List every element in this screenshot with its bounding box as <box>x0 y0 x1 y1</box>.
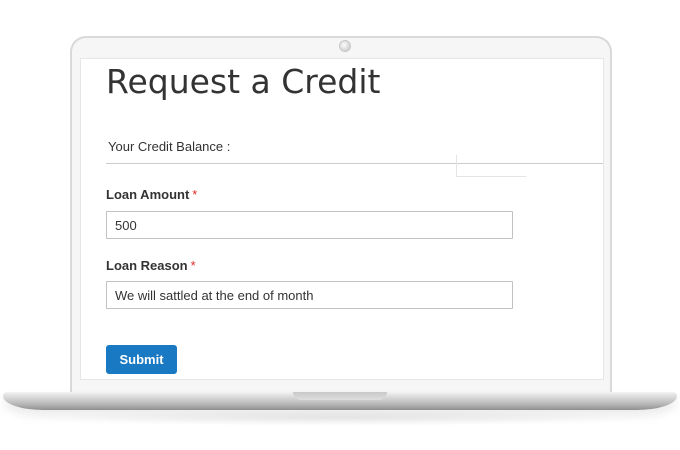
divider-decoration <box>456 155 526 177</box>
submit-button[interactable]: Submit <box>106 345 177 374</box>
loan-reason-input[interactable] <box>106 281 513 309</box>
loan-amount-label-text: Loan Amount <box>106 187 190 202</box>
loan-reason-label: Loan Reason * <box>106 258 196 273</box>
credit-balance-label: Your Credit Balance : <box>108 139 231 154</box>
page-title: Request a Credit <box>106 62 381 101</box>
section-divider <box>106 163 603 164</box>
laptop-shadow <box>30 410 650 426</box>
laptop-mockup: Request a Credit Your Credit Balance : L… <box>0 0 680 450</box>
laptop-screen: Request a Credit Your Credit Balance : L… <box>80 58 604 380</box>
loan-reason-label-text: Loan Reason <box>106 258 188 273</box>
required-asterisk: * <box>192 187 198 202</box>
loan-amount-label: Loan Amount * <box>106 187 197 202</box>
loan-amount-input[interactable] <box>106 211 513 239</box>
camera-icon <box>339 40 351 52</box>
required-asterisk: * <box>190 258 196 273</box>
laptop-base-notch <box>293 392 387 400</box>
